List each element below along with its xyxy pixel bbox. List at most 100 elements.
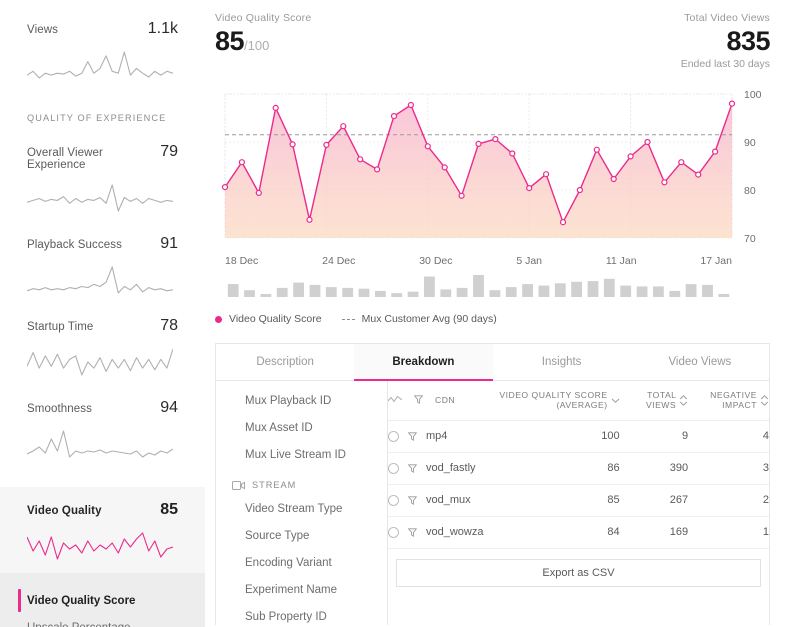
metric-value: 94 (160, 399, 178, 416)
kpi-header: Video Quality Score 85/100 Total Video V… (205, 0, 771, 70)
column-header-line1: NEGATIVE (710, 390, 757, 401)
sidebar-metric-views-value: 1.1k (147, 20, 178, 37)
kpi-score-label: Video Quality Score (215, 12, 312, 24)
table-row[interactable]: vod_wowza 84 169 1 (388, 516, 769, 549)
chart-x-axis: 18 Dec 24 Dec 30 Dec 5 Jan 11 Jan 17 Jan (215, 251, 770, 267)
column-header-label: CDN (435, 394, 456, 405)
tab-description[interactable]: Description (216, 344, 355, 382)
video-quality-dashboard: Views 1.1k QUALITY OF EXPERIENCE Overall… (0, 0, 800, 627)
sidebar-metric-overall-viewer-experience[interactable]: Overall Viewer Experience 79 (0, 143, 205, 215)
dimension-item-mux-live-stream-id[interactable]: Mux Live Stream ID (216, 441, 387, 468)
dimension-item-video-stream-type[interactable]: Video Stream Type (216, 495, 387, 522)
tab-insights[interactable]: Insights (492, 344, 631, 382)
svg-text:100: 100 (744, 89, 762, 101)
tab-video-views[interactable]: Video Views (630, 344, 769, 382)
dimension-item-source-type[interactable]: Source Type (216, 522, 387, 549)
table-row[interactable]: mp4 100 9 4 (388, 420, 769, 453)
tab-breakdown[interactable]: Breakdown (354, 344, 493, 382)
column-header-negative-impact[interactable]: NEGATIVE IMPACT (688, 381, 769, 421)
views-volume-bars (215, 271, 770, 302)
smoothness-sparkline (27, 427, 173, 461)
kpi-score-number: 85 (215, 26, 245, 56)
dimension-item-mux-playback-id[interactable]: Mux Playback ID (216, 387, 387, 414)
row-views: 390 (619, 452, 689, 485)
sidebar-metric-playback-success[interactable]: Playback Success 91 (0, 235, 205, 297)
chevron-updown-icon[interactable] (760, 394, 769, 407)
chart-legend: Video Quality Score Mux Customer Avg (90… (215, 313, 770, 325)
column-header-total-views[interactable]: TOTAL VIEWS (619, 381, 689, 421)
sparkline-icon[interactable] (388, 395, 402, 404)
chart-canvas: 70 80 90 100 (221, 89, 762, 245)
row-label: mp4 (426, 430, 448, 443)
row-radio-button[interactable] (388, 526, 399, 538)
chevron-down-icon[interactable] (611, 397, 620, 404)
video-quality-sparkline (27, 529, 173, 563)
row-views: 169 (619, 516, 689, 549)
legend-label: Video Quality Score (229, 313, 322, 326)
sidebar-item-upscale-percentage[interactable]: Upscale Percentage (0, 614, 205, 627)
row-views: 9 (619, 420, 689, 453)
sidebar-metric-startup-time[interactable]: Startup Time 78 (0, 317, 205, 379)
breakdown-table-area: CDN VIDEO QUALITY SCORE (AVERAGE) TOTAL … (388, 381, 769, 625)
playback-success-sparkline (27, 263, 173, 297)
kpi-score-value: 85/100 (215, 27, 311, 55)
dimension-item-encoding-variant[interactable]: Encoding Variant (216, 549, 387, 576)
chevron-updown-icon[interactable] (679, 394, 688, 407)
sidebar-metric-views[interactable]: Views 1.1k (0, 20, 205, 82)
dimension-item-sub-property-id[interactable]: Sub Property ID (216, 603, 387, 625)
filter-icon[interactable] (414, 395, 423, 405)
video-quality-score-kpi: Video Quality Score 85/100 (215, 12, 311, 55)
row-filter-icon[interactable] (408, 495, 417, 505)
metric-label: Playback Success (27, 239, 122, 251)
breakdown-panel: Description Breakdown Insights Video Vie… (215, 343, 770, 626)
row-score: 86 (483, 452, 620, 485)
panel-body: Mux Playback ID Mux Asset ID Mux Live St… (216, 381, 769, 626)
row-filter-icon[interactable] (408, 431, 417, 441)
column-header-cdn[interactable]: CDN (388, 381, 484, 421)
sidebar: Views 1.1k QUALITY OF EXPERIENCE Overall… (0, 0, 205, 627)
dimension-item-experiment-name[interactable]: Experiment Name (216, 576, 387, 603)
table-row[interactable]: vod_fastly 86 390 3 (388, 452, 769, 485)
row-views: 267 (619, 484, 689, 517)
sidebar-metric-video-quality[interactable]: Video Quality 85 (0, 487, 205, 573)
sidebar-section-title: QUALITY OF EXPERIENCE (27, 113, 167, 123)
startup-time-sparkline (27, 345, 173, 379)
x-tick-label: 5 Jan (516, 255, 543, 268)
x-tick-label: 24 Dec (322, 255, 356, 268)
x-tick-label: 18 Dec (225, 255, 259, 268)
dimension-item-mux-asset-id[interactable]: Mux Asset ID (216, 414, 387, 441)
legend-dashed-line-icon (341, 318, 355, 320)
video-camera-icon (232, 480, 245, 490)
row-score: 100 (483, 420, 620, 453)
column-header-line1: VIDEO QUALITY (499, 390, 572, 401)
legend-label: Mux Customer Avg (90 days) (361, 313, 497, 326)
metric-label: Startup Time (27, 321, 94, 333)
panel-tabs: Description Breakdown Insights Video Vie… (216, 344, 769, 382)
x-tick-label: 11 Jan (605, 255, 637, 268)
row-score: 85 (483, 484, 620, 517)
sidebar-metric-smoothness[interactable]: Smoothness 94 (0, 399, 205, 461)
total-video-views-kpi: Total Video Views 835 Ended last 30 days (681, 12, 771, 70)
svg-text:80: 80 (744, 185, 756, 197)
row-radio-button[interactable] (388, 494, 399, 506)
x-tick-label: 30 Dec (419, 255, 453, 268)
kpi-views-label: Total Video Views (684, 12, 770, 24)
video-quality-score-chart[interactable]: 70 80 90 100 18 Dec 24 Dec 30 Dec 5 Jan 11 Jan 1… (215, 86, 770, 267)
legend-dot-icon (215, 315, 222, 323)
column-header-line2: VIEWS (645, 400, 677, 411)
row-impact: 2 (688, 484, 769, 517)
sidebar-item-video-quality-score[interactable]: Video Quality Score (0, 587, 205, 614)
row-filter-icon[interactable] (408, 527, 417, 537)
export-as-csv-button[interactable]: Export as CSV (396, 558, 761, 587)
table-row[interactable]: vod_mux 85 267 2 (388, 484, 769, 517)
column-header-video-quality-score[interactable]: VIDEO QUALITY SCORE (AVERAGE) (483, 381, 620, 421)
row-filter-icon[interactable] (408, 463, 417, 473)
svg-text:90: 90 (744, 137, 756, 149)
legend-item-video-quality-score: Video Quality Score (215, 313, 322, 325)
metric-value: 78 (160, 317, 178, 334)
row-impact: 1 (688, 516, 769, 549)
row-radio-button[interactable] (388, 430, 399, 442)
row-radio-button[interactable] (388, 462, 399, 474)
row-label: vod_fastly (426, 462, 476, 475)
sidebar-submenu: Video Quality Score Upscale Percentage D… (0, 573, 205, 627)
